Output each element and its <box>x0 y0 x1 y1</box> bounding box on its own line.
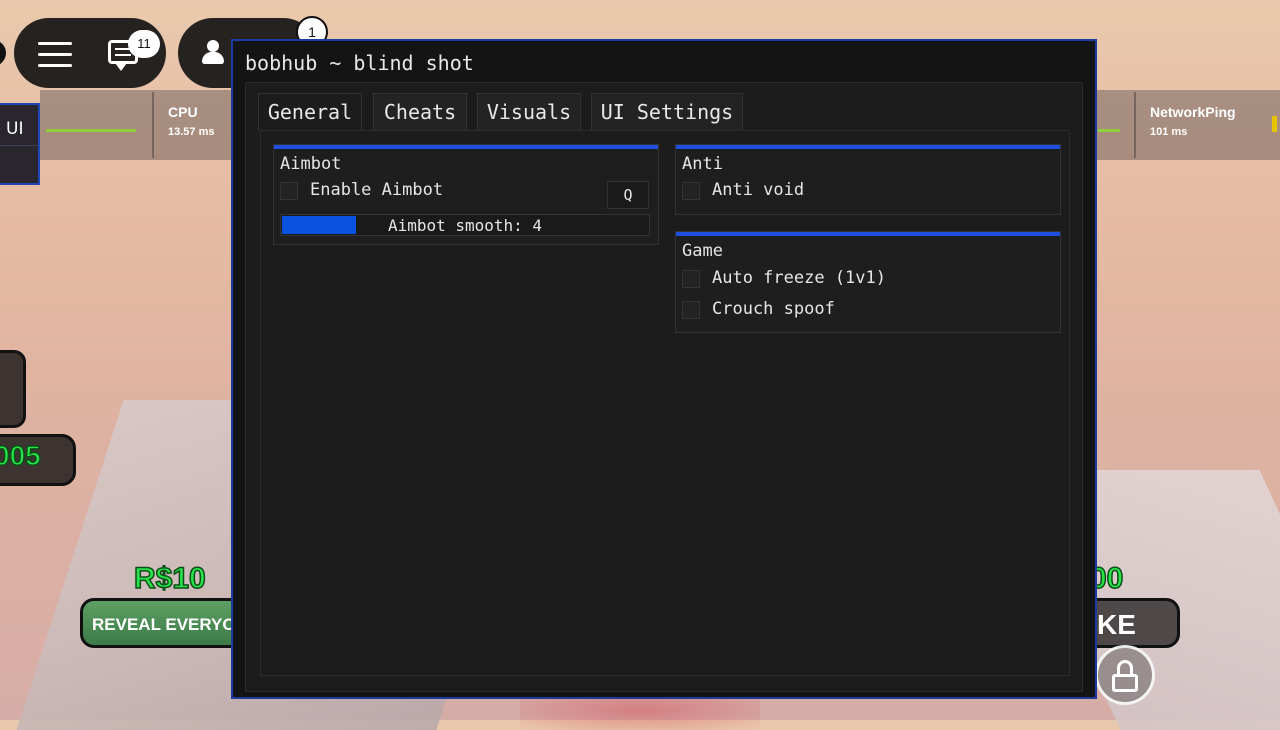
lock-icon-body <box>1112 674 1138 692</box>
aimbot-smooth-slider[interactable]: Aimbot smooth: 4 <box>280 214 650 236</box>
cpu-label: CPU <box>168 104 198 120</box>
network-ping-value: 101 ms <box>1150 126 1188 138</box>
stat-graph-line <box>46 129 136 132</box>
enable-aimbot-checkbox[interactable] <box>280 182 298 200</box>
groupbox-accent <box>676 232 1060 236</box>
stat-indicator <box>1272 116 1277 132</box>
offscreen-button[interactable] <box>0 40 6 66</box>
game-groupbox: Game Auto freeze (1v1) Crouch spoof <box>675 231 1061 333</box>
aimbot-keybind[interactable]: Q <box>607 181 649 209</box>
anti-title: Anti <box>682 154 723 174</box>
hud-counter-value: 005 <box>0 439 41 472</box>
reveal-button-label: REVEAL EVERYO <box>92 615 236 634</box>
left-ui-panel[interactable]: UI I <box>0 103 40 185</box>
anti-groupbox: Anti Anti void <box>675 144 1061 215</box>
reveal-price: R$10 <box>133 561 206 596</box>
window-title: bobhub ~ blind shot <box>245 51 474 75</box>
chat-count-badge: 11 <box>128 30 160 58</box>
aimbot-title: Aimbot <box>280 154 342 174</box>
tab-general[interactable]: General <box>258 93 362 131</box>
enable-aimbot-label: Enable Aimbot <box>310 180 444 200</box>
anti-void-checkbox[interactable] <box>682 182 700 200</box>
groupbox-accent <box>274 145 658 149</box>
auto-freeze-toggle[interactable]: Auto freeze (1v1) <box>682 268 1062 290</box>
crouch-spoof-toggle[interactable]: Crouch spoof <box>682 299 1062 321</box>
cpu-value: 13.57 ms <box>168 126 215 138</box>
anti-void-label: Anti void <box>712 180 805 200</box>
bobhub-window[interactable]: bobhub ~ blind shot General Cheats Visua… <box>231 39 1097 699</box>
anti-void-toggle[interactable]: Anti void <box>682 180 1062 202</box>
shift-lock-button[interactable] <box>1095 645 1155 705</box>
left-panel-divider <box>0 145 38 146</box>
groupbox-accent <box>676 145 1060 149</box>
tab-content-general: Aimbot Enable Aimbot Q Aimbot smooth: 4 … <box>260 130 1070 676</box>
auto-freeze-label: Auto freeze (1v1) <box>712 268 886 288</box>
tab-visuals[interactable]: Visuals <box>477 93 581 131</box>
stat-divider <box>152 92 154 158</box>
enable-aimbot-toggle[interactable]: Enable Aimbot <box>280 180 660 202</box>
network-ping-label: NetworkPing <box>1150 104 1236 120</box>
left-panel-label-2: I <box>0 151 1 171</box>
friends-icon <box>200 38 230 68</box>
left-panel-label: UI <box>6 119 24 139</box>
stat-graph-line <box>1098 129 1120 132</box>
auto-freeze-checkbox[interactable] <box>682 270 700 288</box>
aimbot-smooth-label: Aimbot smooth: 4 <box>387 216 543 235</box>
game-title: Game <box>682 241 723 261</box>
aimbot-groupbox: Aimbot Enable Aimbot Q Aimbot smooth: 4 <box>273 144 659 245</box>
right-button-label: KE <box>1097 609 1136 640</box>
stat-divider <box>1134 92 1136 158</box>
crouch-spoof-label: Crouch spoof <box>712 299 835 319</box>
hud-side-button[interactable] <box>0 350 26 428</box>
crouch-spoof-checkbox[interactable] <box>682 301 700 319</box>
tab-ui-settings[interactable]: UI Settings <box>591 93 743 131</box>
window-body: General Cheats Visuals UI Settings Aimbo… <box>245 82 1083 692</box>
hamburger-menu-icon[interactable] <box>38 42 72 75</box>
tab-cheats[interactable]: Cheats <box>373 93 467 131</box>
